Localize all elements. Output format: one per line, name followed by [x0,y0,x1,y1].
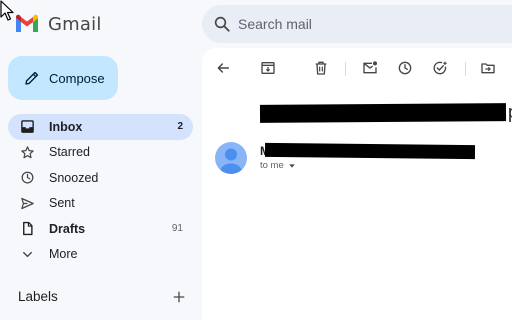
sidebar-item-drafts[interactable]: Drafts 91 [8,216,193,242]
draft-icon [23,221,33,236]
sidebar-item-snoozed[interactable]: Snoozed [8,165,193,191]
app-name: Gmail [48,13,102,35]
chevron-down-icon [23,251,32,257]
search-bar[interactable] [202,5,512,43]
move-to-icon [481,63,495,74]
gmail-m-icon [16,14,38,32]
plus-icon[interactable] [172,290,186,304]
clock-icon [21,171,34,184]
snooze-button[interactable] [397,60,415,78]
labels-heading: Labels [18,289,58,304]
labels-section: Labels [18,289,188,307]
compose-button[interactable]: Compose [8,56,118,100]
sidebar-item-starred[interactable]: Starred [8,140,193,166]
search-input[interactable] [238,5,512,43]
back-arrow-icon [217,63,230,73]
avatar[interactable] [215,142,247,174]
subject-redaction [259,103,507,123]
add-task-button[interactable] [432,60,450,78]
sidebar-item-label: Inbox [49,119,83,134]
recipient-label: to me [260,160,284,171]
star-icon [21,145,34,158]
archive-icon [261,62,275,74]
inbox-icon [21,120,34,133]
toolbar-divider [465,62,466,76]
drafts-count: 91 [171,223,183,235]
delete-button[interactable] [313,60,331,78]
sender-redaction [264,142,476,160]
sidebar-item-label: Sent [49,196,75,211]
search-icon[interactable] [213,15,231,33]
delete-icon [315,61,327,75]
sidebar-nav: Inbox 2 Starred Snoozed Sent Drafts 91 M… [0,114,200,267]
add-task-icon [433,61,447,75]
move-to-button[interactable] [480,60,498,78]
sidebar-item-inbox[interactable]: Inbox 2 [8,114,193,140]
toolbar-divider [345,62,346,76]
archive-button[interactable] [260,60,278,78]
gmail-logo[interactable]: Gmail [14,12,102,36]
compose-label: Compose [49,71,105,86]
caret-down-icon [288,163,295,168]
sidebar-item-sent[interactable]: Sent [8,191,193,217]
message-pane: p M to me [202,48,512,320]
subject-visible-tail: p [508,102,512,123]
mark-unread-button[interactable] [362,60,380,78]
sidebar-item-label: More [49,247,78,262]
snooze-icon [398,61,412,75]
send-icon [21,197,34,209]
recipient-details[interactable]: to me [260,160,296,171]
unread-count: 2 [177,121,183,133]
back-button[interactable] [215,60,233,78]
sidebar-item-label: Drafts [49,221,86,236]
mark-unread-icon [363,61,377,74]
sidebar-item-more[interactable]: More [8,242,193,268]
person-icon [220,148,242,174]
sidebar-item-label: Snoozed [49,170,99,185]
message-toolbar [202,58,512,80]
pencil-icon [25,71,39,85]
sidebar-item-label: Starred [49,145,90,160]
